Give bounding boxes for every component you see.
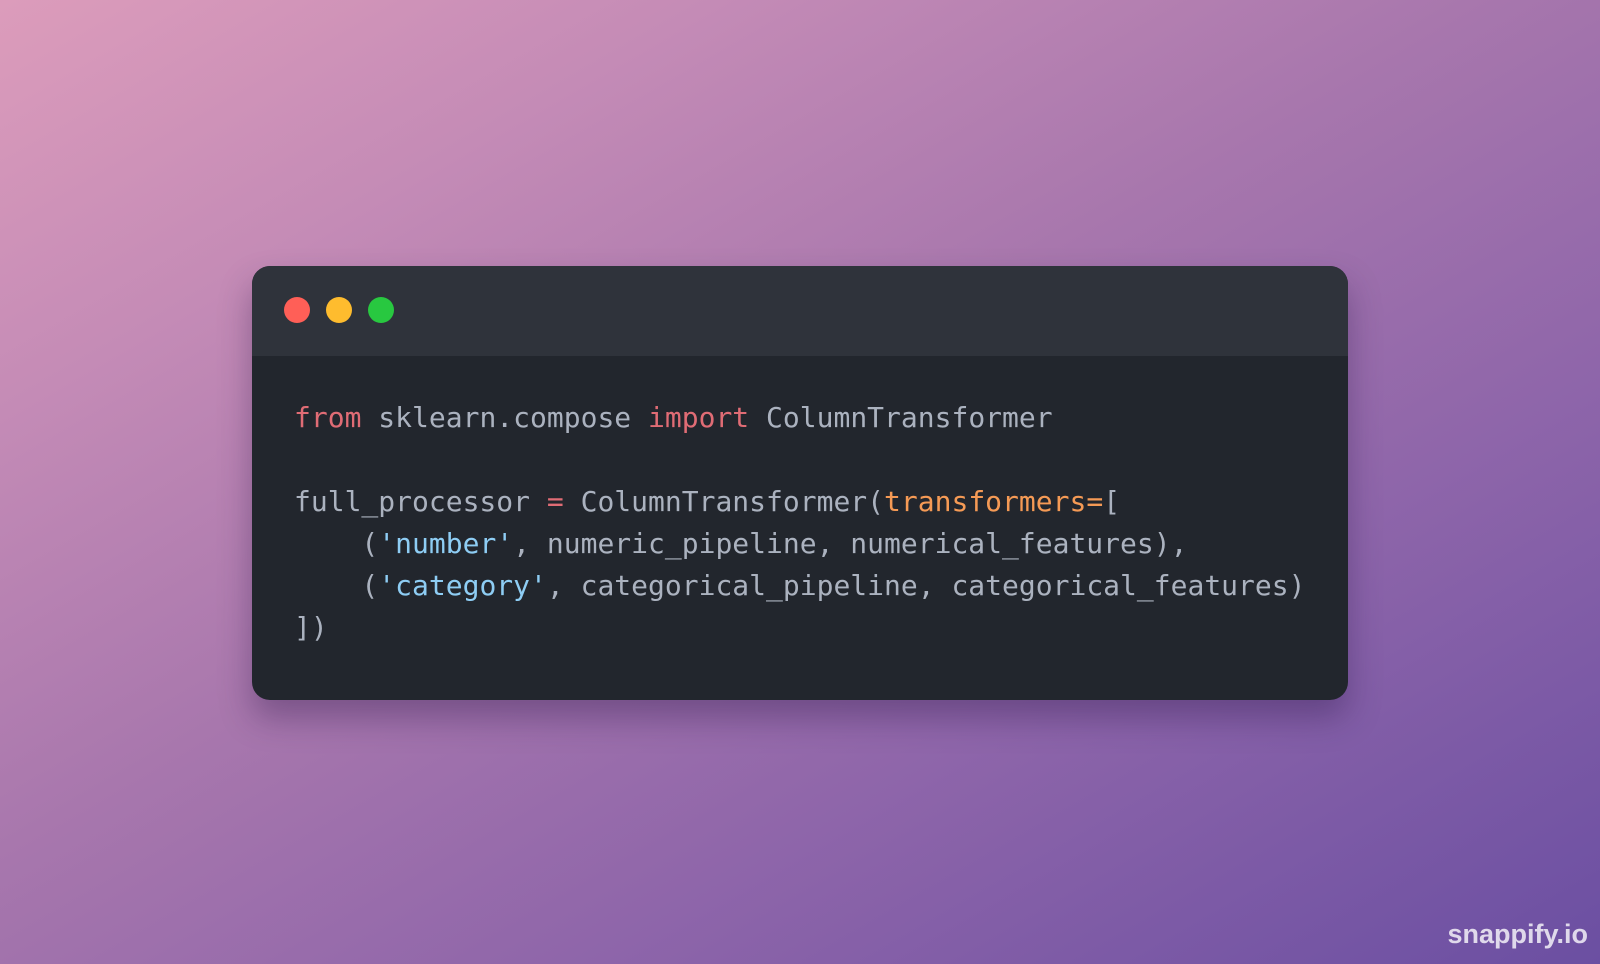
code-token-plain: ( bbox=[294, 569, 379, 602]
code-block: from sklearn.compose import ColumnTransf… bbox=[294, 397, 1305, 649]
code-token-param: transformers= bbox=[884, 485, 1104, 518]
watermark: snappify.io bbox=[1447, 919, 1588, 949]
code-token-plain: ( bbox=[294, 527, 379, 560]
code-token-string: 'category' bbox=[378, 569, 547, 602]
code-token-plain: [ bbox=[1103, 485, 1121, 518]
code-token-plain: , categorical_pipeline, categorical_feat… bbox=[546, 569, 1306, 602]
code-token-plain: ColumnTransformer( bbox=[563, 485, 885, 518]
code-token-plain: , numeric_pipeline, numerical_features), bbox=[513, 527, 1188, 560]
code-line: full_processor = ColumnTransformer(trans… bbox=[294, 481, 1305, 523]
maximize-button[interactable] bbox=[368, 297, 394, 323]
minimize-button[interactable] bbox=[326, 297, 352, 323]
code-token-string: 'number' bbox=[378, 527, 514, 560]
code-token-keyword: from bbox=[294, 401, 362, 434]
window-titlebar bbox=[252, 266, 1348, 356]
code-line: ('category', categorical_pipeline, categ… bbox=[294, 565, 1305, 607]
close-button[interactable] bbox=[284, 297, 310, 323]
code-token-plain: ]) bbox=[294, 611, 328, 644]
code-line: from sklearn.compose import ColumnTransf… bbox=[294, 397, 1305, 439]
code-token-plain: full_processor bbox=[294, 485, 547, 518]
code-token-plain: sklearn.compose bbox=[361, 401, 649, 434]
code-token-keyword: = bbox=[546, 485, 564, 518]
code-window: from sklearn.compose import ColumnTransf… bbox=[252, 266, 1348, 700]
code-line: ('number', numeric_pipeline, numerical_f… bbox=[294, 523, 1305, 565]
code-token-keyword: import bbox=[648, 401, 750, 434]
code-token-plain: ColumnTransformer bbox=[749, 401, 1053, 434]
code-line: ]) bbox=[294, 607, 1305, 649]
